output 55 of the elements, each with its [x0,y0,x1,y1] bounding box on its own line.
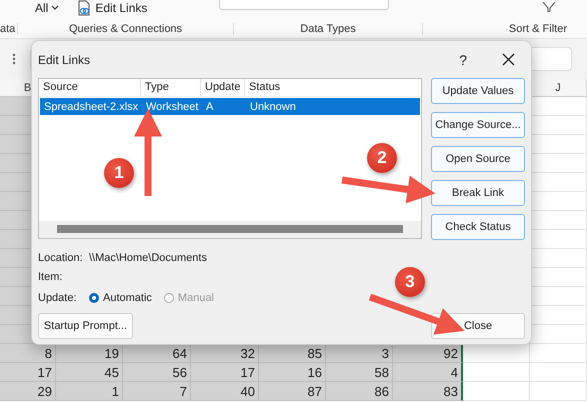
scrollbar-thumb[interactable] [57,225,403,233]
field-label: Location: [38,252,84,264]
table-cell: 17 [0,363,56,382]
column-header[interactable]: Type [141,79,201,96]
table-cell: 58 [326,363,393,382]
table-cell [463,363,530,382]
close-icon[interactable] [502,53,515,66]
table-cell: 1 [56,382,123,401]
column-header[interactable]: Status [245,79,395,96]
table-cell: 3 [326,344,393,363]
table-cell: 86 [326,382,393,401]
table-cell: 4 [393,363,463,382]
field-label: Item: [38,270,64,282]
ribbon-group-label: Queries & Connections [18,23,234,35]
radio-option[interactable]: Automatic [89,292,152,304]
table-cell [530,344,587,363]
dialog-button[interactable]: Open Source [431,146,525,172]
table-cell: 85 [259,344,326,363]
table-cell: 92 [393,344,463,363]
caret-icon [51,5,60,11]
window-title: Edit Links [38,52,92,66]
ribbon-group-label: Sort & Filter [508,23,568,35]
table-cell: 83 [393,382,463,401]
ribbon-group-label: Data Types [234,23,423,35]
edit-links-button[interactable]: Edit Links [77,0,148,16]
ribbon-group-label: ata [0,23,18,35]
table-cell: 19 [56,344,123,363]
dialog-button[interactable]: Change Source... [431,112,525,138]
dialog-button[interactable]: Break Link [431,180,525,206]
startup-prompt-button[interactable]: Startup Prompt... [38,313,133,339]
more-icon[interactable] [12,53,16,65]
table-cell: 29 [0,382,56,401]
column-header[interactable]: Source [39,79,141,96]
table-cell: 8 [0,344,56,363]
list-row[interactable]: Spreadsheet-2.xlsx Worksheet A Unknown [40,98,420,115]
field-label: Update: [38,292,78,304]
dialog-button[interactable]: Update Values [431,78,525,104]
column-header[interactable]: Update [201,79,245,96]
location-value: \\Mac\Home\Documents [89,252,207,264]
table-cell: 45 [56,363,123,382]
table-cell: 40 [191,382,259,401]
table-cell [463,382,530,401]
table-cell: 56 [123,363,191,382]
table-cell: 32 [191,344,259,363]
table-cell: 17 [191,363,259,382]
table-cell: 7 [123,382,191,401]
filter-icon[interactable] [542,2,556,12]
help-button[interactable]: ? [457,52,469,68]
filter-dropdown[interactable]: All [35,1,60,15]
dialog-button[interactable]: Check Status [431,214,525,240]
table-cell: 64 [123,344,191,363]
table-cell [530,382,587,401]
table-cell: 16 [259,363,326,382]
table-cell [530,363,587,382]
table-cell: 87 [259,382,326,401]
